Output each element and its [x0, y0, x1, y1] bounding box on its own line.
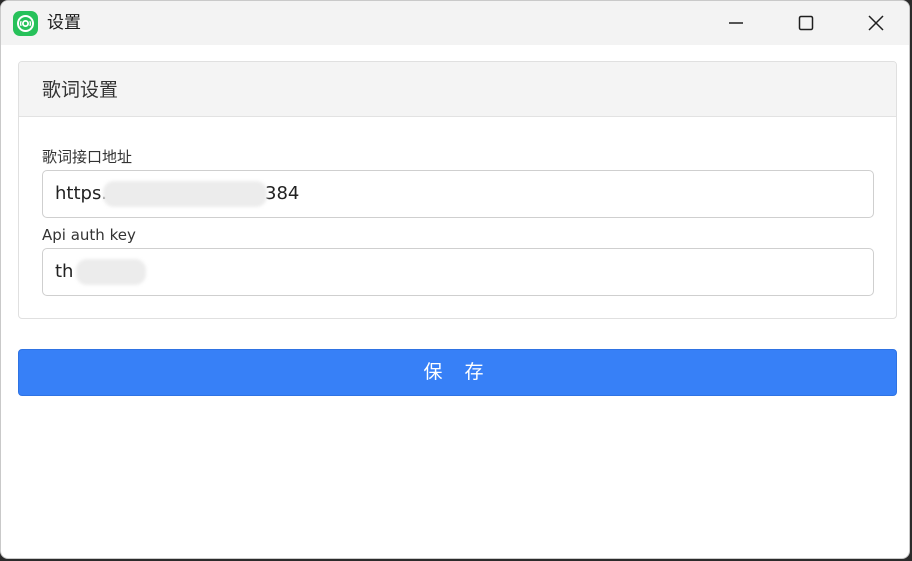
lyrics-settings-panel: 歌词设置 歌词接口地址 https. 384 Api auth key th	[18, 61, 897, 319]
panel-title: 歌词设置	[42, 79, 119, 101]
lyrics-api-url-value: https.	[55, 183, 108, 204]
close-icon	[868, 15, 884, 31]
save-button[interactable]: 保 存	[18, 349, 897, 396]
minimize-icon	[729, 22, 743, 24]
api-auth-key-input[interactable]: th	[42, 248, 874, 296]
maximize-button[interactable]	[771, 1, 841, 45]
music-app-icon	[13, 11, 38, 36]
maximize-icon	[798, 15, 814, 31]
title-bar[interactable]: 设置	[1, 1, 909, 45]
redaction-mask	[103, 181, 267, 207]
window-title: 设置	[47, 13, 81, 33]
lyrics-api-url-label: 歌词接口地址	[42, 148, 133, 166]
lyrics-api-url-input[interactable]: https. 384	[42, 170, 874, 218]
settings-window: 设置 歌词设置 歌词接口地址 https. 384 Api auth key t…	[0, 0, 910, 559]
close-button[interactable]	[841, 1, 909, 45]
minimize-button[interactable]	[701, 1, 771, 45]
lyrics-api-url-suffix: 384	[265, 183, 300, 204]
api-auth-key-label: Api auth key	[42, 226, 136, 244]
panel-header: 歌词设置	[19, 62, 896, 117]
api-auth-key-value: th	[55, 261, 74, 282]
redaction-mask	[76, 259, 146, 285]
